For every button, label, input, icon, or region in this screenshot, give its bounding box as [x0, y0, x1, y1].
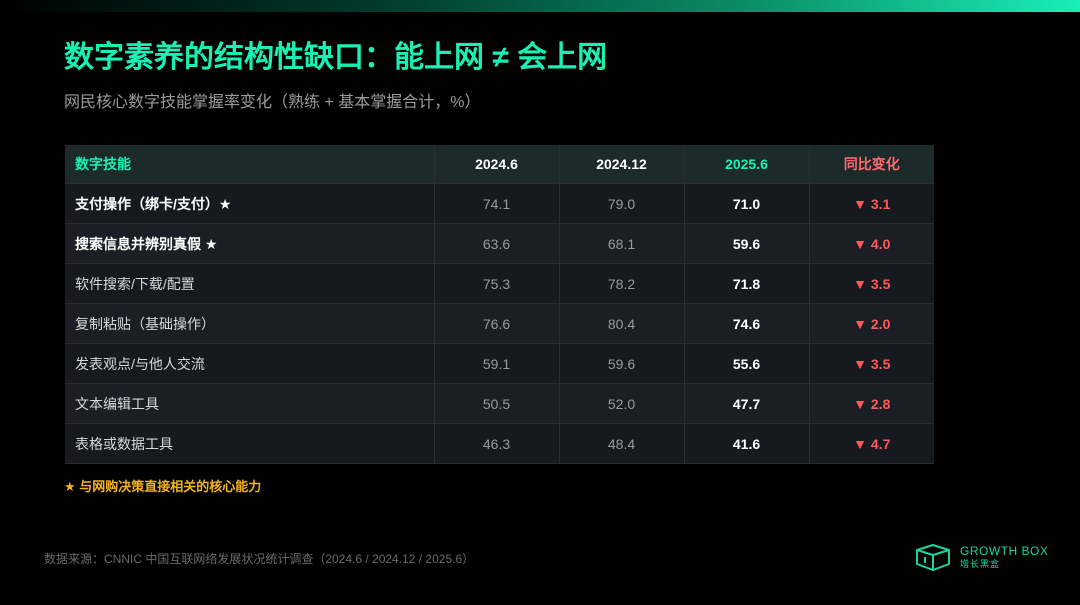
- logo-name: GROWTH BOX: [960, 544, 1049, 558]
- value-2024-6: 76.6: [433, 303, 559, 344]
- value-2025-6: 47.7: [683, 383, 809, 424]
- value-2024-12: 80.4: [558, 303, 684, 344]
- value-2024-12: 78.2: [558, 263, 684, 304]
- value-2024-6: 75.3: [433, 263, 559, 304]
- value-2025-6: 55.6: [683, 343, 809, 384]
- table-header-row: 数字技能 2024.6 2024.12 2025.6 同比变化: [65, 145, 934, 184]
- skill-name: 发表观点/与他人交流: [65, 343, 434, 384]
- change-value: ▼ 3.5: [808, 263, 934, 304]
- core-skill-footnote: ★ 与网购决策直接相关的核心能力: [64, 479, 262, 494]
- skill-name: 文本编辑工具: [65, 383, 434, 424]
- value-2024-12: 59.6: [558, 343, 684, 384]
- table-row: 发表观点/与他人交流 59.1 59.6 55.6 ▼ 3.5: [65, 343, 934, 384]
- data-source: 数据来源：CNNIC 中国互联网络发展状况统计调查（2024.6 / 2024.…: [44, 552, 475, 566]
- value-2025-6: 71.0: [683, 183, 809, 224]
- value-2025-6: 74.6: [683, 303, 809, 344]
- header-2025-6: 2025.6: [683, 145, 809, 184]
- skill-name: 软件搜索/下载/配置: [65, 263, 434, 304]
- value-2024-6: 63.6: [433, 223, 559, 264]
- change-value: ▼ 4.0: [808, 223, 934, 264]
- table-row: 表格或数据工具 46.3 48.4 41.6 ▼ 4.7: [65, 423, 934, 464]
- value-2024-6: 46.3: [433, 423, 559, 464]
- skills-table: 数字技能 2024.6 2024.12 2025.6 同比变化 支付操作（绑卡/…: [65, 145, 934, 464]
- change-value: ▼ 4.7: [808, 423, 934, 464]
- change-value: ▼ 2.0: [808, 303, 934, 344]
- growth-box-logo: GROWTH BOX 增长黑盒: [914, 542, 1048, 572]
- header-change: 同比变化: [808, 145, 934, 184]
- skill-name: 支付操作（绑卡/支付）★: [65, 183, 434, 224]
- table-row: 软件搜索/下载/配置 75.3 78.2 71.8 ▼ 3.5: [65, 263, 934, 304]
- change-value: ▼ 3.5: [808, 343, 934, 384]
- page-subtitle: 网民核心数字技能掌握率变化（熟练 + 基本掌握合计，%）: [64, 94, 481, 111]
- value-2024-6: 50.5: [433, 383, 559, 424]
- table-row: 搜索信息并辨别真假 ★ 63.6 68.1 59.6 ▼ 4.0: [65, 223, 934, 264]
- header-skill: 数字技能: [65, 145, 434, 184]
- value-2025-6: 71.8: [683, 263, 809, 304]
- table-row: 文本编辑工具 50.5 52.0 47.7 ▼ 2.8: [65, 383, 934, 424]
- skill-name: 表格或数据工具: [65, 423, 434, 464]
- table-row: 支付操作（绑卡/支付）★ 74.1 79.0 71.0 ▼ 3.1: [65, 183, 934, 224]
- change-value: ▼ 2.8: [808, 383, 934, 424]
- value-2025-6: 41.6: [683, 423, 809, 464]
- skill-name: 复制粘贴（基础操作）: [65, 303, 434, 344]
- top-accent-bar: [0, 0, 1080, 12]
- value-2025-6: 59.6: [683, 223, 809, 264]
- header-2024-6: 2024.6: [433, 145, 559, 184]
- value-2024-12: 68.1: [558, 223, 684, 264]
- table-row: 复制粘贴（基础操作） 76.6 80.4 74.6 ▼ 2.0: [65, 303, 934, 344]
- change-value: ▼ 3.1: [808, 183, 934, 224]
- skill-name: 搜索信息并辨别真假 ★: [65, 223, 434, 264]
- value-2024-6: 59.1: [433, 343, 559, 384]
- header-2024-12: 2024.12: [558, 145, 684, 184]
- box-logo-icon: [916, 544, 950, 571]
- value-2024-6: 74.1: [433, 183, 559, 224]
- page-title: 数字素养的结构性缺口：能上网 ≠ 会上网: [64, 41, 608, 74]
- value-2024-12: 79.0: [558, 183, 684, 224]
- logo-subtitle: 增长黑盒: [960, 559, 1001, 569]
- value-2024-12: 48.4: [558, 423, 684, 464]
- value-2024-12: 52.0: [558, 383, 684, 424]
